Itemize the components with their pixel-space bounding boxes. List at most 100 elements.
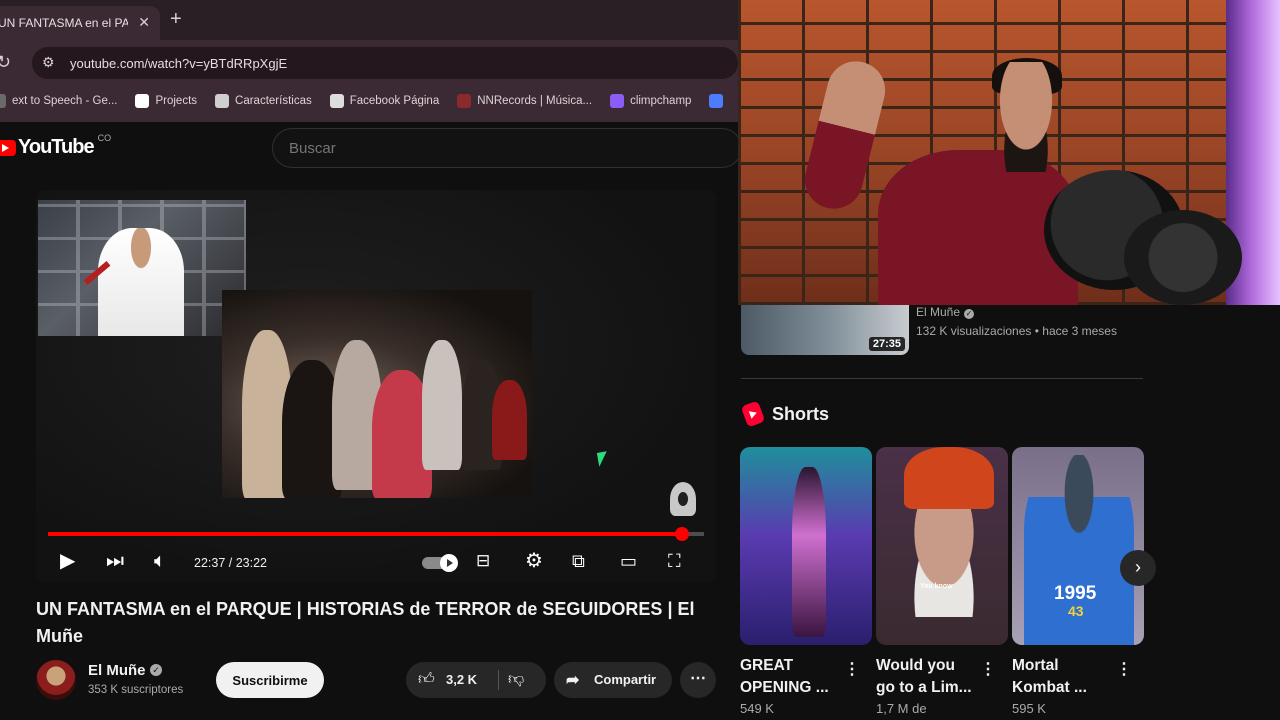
url-text[interactable]: youtube.com/watch?v=yBTdRRpXgjE [70,56,287,71]
bookmark-item[interactable]: Re [709,94,730,108]
inset-person [98,228,184,336]
short-menu-icon[interactable]: ⋮ [844,659,860,679]
more-actions-button[interactable]: ⋯ [680,662,716,698]
autoplay-toggle[interactable] [422,554,458,572]
bookmarks-bar: ext to Speech - Ge... Projects Característ… [0,86,730,116]
thumbnail-year: 1995 [1054,583,1097,604]
bookmark-label: ext to Speech - Ge... [12,95,118,107]
short-menu-icon[interactable]: ⋮ [1116,659,1132,679]
channel-avatar[interactable] [36,660,76,700]
short-title[interactable]: Would you go to a Lim... [876,655,980,699]
share-button[interactable]: ➦ Compartir [554,662,672,698]
close-tab-icon[interactable]: ✕ [138,14,150,31]
video-title: UN FANTASMA en el PARQUE | HISTORIAS de … [36,599,695,646]
webcam-overlay [738,0,1280,305]
channel-name[interactable]: El Muñe [88,662,146,679]
volume-icon[interactable]: 🔈︎ [154,548,166,574]
miniplayer-icon[interactable]: ⧉ [572,548,585,574]
theater-mode-icon[interactable]: ▭ [620,548,637,574]
progress-bar[interactable] [48,527,704,541]
country-code: CO [97,132,112,143]
thumbs-down-icon[interactable]: 👎︎ [508,670,524,689]
channel-row: El Muñe ✓ 353 K suscriptores Suscribirme… [36,658,726,704]
short-thumbnail[interactable]: 1995 43 [1012,447,1144,645]
reload-icon[interactable]: ↻ [0,52,11,73]
bookmark-label: climpchamp [630,95,692,107]
subscriber-count: 353 K suscriptores [88,684,184,696]
related-video-channel[interactable]: El Muñe ✓ [916,305,975,319]
bookmark-item[interactable]: NNRecords | Música... [457,94,592,108]
performer-figure [792,467,826,637]
related-channel-name: El Muñe [916,305,961,319]
bookmark-label: Facebook Página [349,95,440,107]
youtube-page: YouTube CO Buscar ▶ ⏭ 🔈︎ 22:37 / 23:22 ⊟… [0,122,742,720]
search-input[interactable] [289,140,689,157]
related-video-duration: 27:35 [868,337,905,351]
site-info-icon[interactable]: ⚙ [42,54,55,71]
shorts-icon [740,400,766,428]
short-thumbnail[interactable]: You know [876,447,1008,645]
tt-icon [709,94,724,108]
verified-check-icon: ✓ [964,309,975,319]
short-item[interactable]: You know Would you go to a Lim... ⋮ 1,7 … [876,447,1008,716]
tab-strip: UN FANTASMA en el PARQUE ✕ + [0,0,738,40]
short-views: 549 K [740,701,774,716]
thumbs-up-icon[interactable]: 👍︎ [418,670,435,689]
shorts-header: Shorts [740,400,830,428]
short-item[interactable]: GREAT OPENING ... ⋮ 549 K [740,447,872,716]
youtube-logo-icon [0,139,16,156]
bookmark-item[interactable]: climpchamp [610,94,691,108]
shorts-title: Shorts [772,403,830,424]
short-title[interactable]: GREAT OPENING ... [740,655,844,699]
settings-gear-icon[interactable]: ⚙ [525,548,543,574]
address-bar[interactable]: ⚙ youtube.com/watch?v=yBTdRRpXgjE [32,47,738,79]
bookmark-label: NNRecords | Música... [477,95,593,107]
browser-tab[interactable]: UN FANTASMA en el PARQUE ✕ [0,6,160,40]
streamer-head [988,62,1064,172]
bookmark-item[interactable]: Características [215,94,312,108]
play-icon[interactable]: ▶ [60,548,75,574]
subtitles-icon[interactable]: ⊟ [476,548,490,574]
bookmark-label: Re [729,95,730,107]
next-icon[interactable]: ⏭ [106,548,124,574]
new-tab-icon[interactable]: + [170,8,182,31]
screen: UN FANTASMA en el PARQUE ✕ + ↻ ⚙ youtube… [0,0,1280,720]
short-menu-icon[interactable]: ⋮ [980,659,996,679]
bookmark-item[interactable]: Projects [135,94,197,108]
bookmark-label: Projects [155,95,198,107]
tab-title: UN FANTASMA en el PARQUE [0,16,128,30]
share-arrow-icon: ➦ [566,672,580,689]
meta-icon [329,94,344,108]
video-player[interactable]: ▶ ⏭ 🔈︎ 22:37 / 23:22 ⊟ ⚙ ⧉ ▭ ⛶ [36,190,716,582]
fullscreen-icon[interactable]: ⛶ [668,548,681,574]
tts-icon [0,94,6,108]
clip-person [422,340,462,470]
nn-icon [457,94,472,108]
like-divider [498,670,499,690]
verified-check-icon: ✓ [150,664,162,676]
bookmark-item[interactable]: ext to Speech - Ge... [0,94,117,108]
short-title[interactable]: Mortal Kombat ... [1012,655,1116,699]
short-thumbnail[interactable] [740,447,872,645]
omnibar-row: ↻ ⚙ youtube.com/watch?v=yBTdRRpXgjE [0,44,738,82]
microphone [1124,210,1242,305]
like-count[interactable]: 3,2 K [446,672,477,687]
autoplay-knob [440,554,458,572]
progress-fill [48,532,683,536]
related-video-thumbnail[interactable]: 27:35 [741,305,909,355]
ghost-watermark-icon [670,482,696,516]
player-controls: ▶ ⏭ 🔈︎ 22:37 / 23:22 ⊟ ⚙ ⧉ ▭ ⛶ [36,542,716,582]
search-box[interactable] [272,128,742,168]
browser-chrome: UN FANTASMA en el PARQUE ✕ + ↻ ⚙ youtube… [0,0,738,122]
youtube-logo-text: YouTube [18,136,95,158]
subscribe-button[interactable]: Suscribirme [216,662,324,698]
related-sidebar: 27:35 El Muñe ✓ 132 K visualizaciones • h… [738,305,1280,720]
bookmark-label: Características [235,95,312,107]
orange-beanie [904,447,994,509]
short-item[interactable]: 1995 43 Mortal Kombat ... ⋮ 595 K [1012,447,1144,716]
related-video-meta: 132 K visualizaciones • hace 3 meses [916,324,1117,338]
shorts-next-button[interactable]: › [1120,550,1156,586]
bookmark-item[interactable]: Facebook Página [329,94,440,108]
youtube-logo[interactable]: YouTube CO [0,132,112,159]
thumbnail-number: 43 [1068,603,1084,619]
